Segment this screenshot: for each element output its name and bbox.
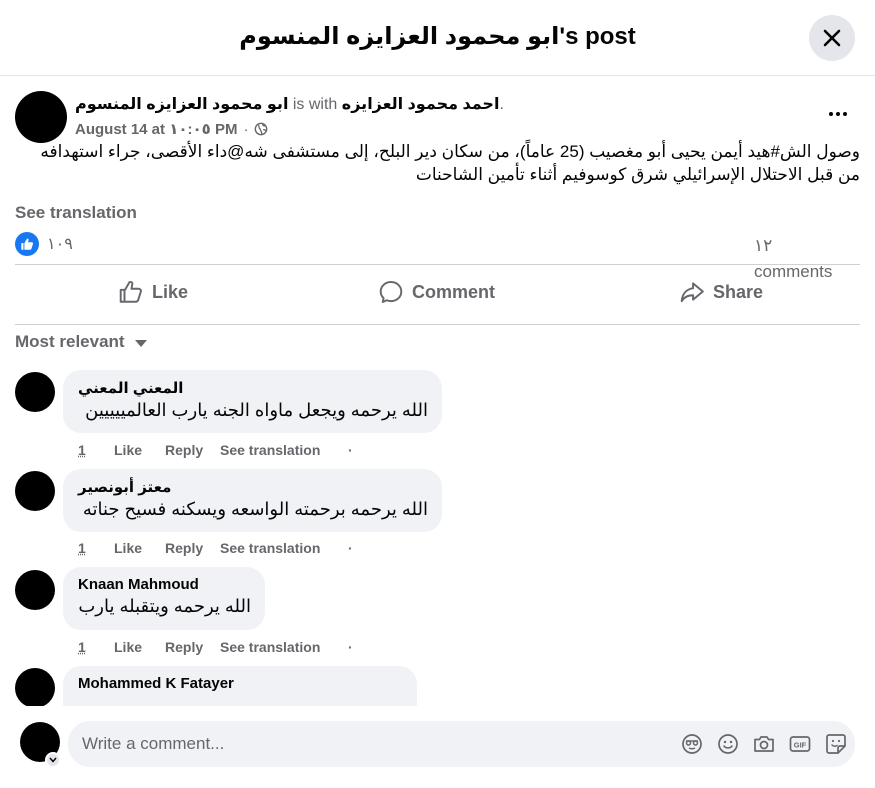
share-label: Share <box>713 281 764 302</box>
meta-dot: · <box>243 120 249 138</box>
camera-icon[interactable] <box>752 732 776 756</box>
emoji-icon[interactable] <box>716 732 740 756</box>
comment-avatar[interactable] <box>15 570 55 610</box>
post-tagged-name[interactable]: احمد محمود العزايزه <box>342 96 500 113</box>
more-dot-icon <box>836 112 840 116</box>
reactions-summary[interactable]: ١٠٩ <box>15 232 73 256</box>
comment-author[interactable]: Knaan Mahmoud <box>78 576 251 593</box>
close-icon <box>823 29 841 47</box>
comment-time[interactable]: 1 <box>78 639 114 655</box>
comment-avatar[interactable] <box>15 372 55 412</box>
comment-reply-button[interactable]: Reply <box>165 442 220 458</box>
comment-bubble: Knaan Mahmoud الله يرحمه ويتقبله يارب <box>63 567 265 630</box>
sort-label: Most relevant <box>15 332 125 351</box>
comment-avatar[interactable] <box>15 471 55 511</box>
comment-translate-button[interactable]: See translation <box>220 639 348 655</box>
share-icon <box>680 282 704 303</box>
comment-author[interactable]: معتز أبونصير <box>78 478 428 496</box>
more-dot-icon <box>829 112 833 116</box>
post-text: وصول الش#هيد أيمن يحيى أبو مغصيب (25 عام… <box>40 142 860 184</box>
reaction-count: ١٠٩ <box>47 236 73 253</box>
comment-time[interactable]: 1 <box>78 540 114 556</box>
divider <box>15 264 860 265</box>
post-meta: August 14 at ١٠:٠٥ PM · <box>75 120 268 138</box>
comment-actions: 1 Like Reply See translation · <box>78 540 353 556</box>
comment-text: الله يرحمه برحمته الواسعه ويسكنه فسيح جن… <box>82 499 428 519</box>
avatar-sticker-icon[interactable] <box>680 732 704 756</box>
comment-actions: 1 Like Reply See translation · <box>78 442 353 458</box>
dialog-header: ابو محمود العزايزه المنسوم's post <box>0 0 875 76</box>
post-tagged-suffix: . <box>499 96 504 113</box>
comment-reply-button[interactable]: Reply <box>165 540 220 556</box>
thumbs-up-icon <box>119 280 142 303</box>
comment-avatar[interactable] <box>15 668 55 708</box>
divider <box>15 324 860 325</box>
comment-actions-dot: · <box>348 442 353 458</box>
comment-like-button[interactable]: Like <box>114 540 165 556</box>
caret-down-icon <box>134 340 147 347</box>
close-button[interactable] <box>809 15 855 61</box>
comment-actions-dot: · <box>348 639 353 655</box>
comment-label: Comment <box>412 281 496 302</box>
post-with-text: is with <box>292 96 338 113</box>
comment-bubble: المعني المعني الله يرحمه ويجعل ماواه الج… <box>63 370 442 433</box>
comment-like-button[interactable]: Like <box>114 442 165 458</box>
sticker-icon[interactable] <box>824 732 848 756</box>
comment-reply-button[interactable]: Reply <box>165 639 220 655</box>
dialog-title: ابو محمود العزايزه المنسوم's post <box>239 23 636 50</box>
comment-bubble: معتز أبونصير الله يرحمه برحمته الواسعه و… <box>63 469 442 532</box>
composer-tools: GIF <box>680 732 848 756</box>
comment-like-button[interactable]: Like <box>114 639 165 655</box>
comment-text: الله يرحمه ويتقبله يارب <box>78 596 251 616</box>
comment-time[interactable]: 1 <box>78 442 114 458</box>
comments-count[interactable]: ١٢ comments <box>754 233 844 285</box>
gif-icon[interactable]: GIF <box>788 732 812 756</box>
post-see-translation[interactable]: See translation <box>15 203 137 223</box>
comment-author[interactable]: المعني المعني <box>78 379 428 397</box>
post-author-line: ابو محمود العزايزه المنسوم is with احمد … <box>75 94 504 114</box>
post-author-avatar[interactable] <box>15 91 67 143</box>
comment-button[interactable]: Comment <box>378 278 495 306</box>
comment-sort-dropdown[interactable]: Most relevant <box>15 332 147 352</box>
like-button[interactable]: Like <box>118 278 188 306</box>
like-reaction-icon <box>15 232 39 256</box>
comment-text: الله يرحمه ويجعل ماواه الجنه يارب العالم… <box>85 400 428 420</box>
comment-author[interactable]: Mohammed K Fatayer <box>78 675 403 692</box>
post-author-name[interactable]: ابو محمود العزايزه المنسوم <box>75 96 288 113</box>
comment-translate-button[interactable]: See translation <box>220 442 348 458</box>
svg-text:GIF: GIF <box>794 740 807 749</box>
like-label: Like <box>152 281 189 302</box>
comment-actions: 1 Like Reply See translation · <box>78 639 353 655</box>
share-button[interactable]: Share <box>679 278 763 306</box>
chevron-down-icon[interactable] <box>45 752 61 768</box>
comment-translate-button[interactable]: See translation <box>220 540 348 556</box>
post-date[interactable]: August 14 at ١٠:٠٥ PM <box>75 120 237 138</box>
globe-icon <box>255 122 268 136</box>
comment-actions-dot: · <box>348 540 353 556</box>
comment-icon <box>379 281 403 303</box>
more-dot-icon <box>843 112 847 116</box>
post-more-button[interactable] <box>818 100 858 128</box>
